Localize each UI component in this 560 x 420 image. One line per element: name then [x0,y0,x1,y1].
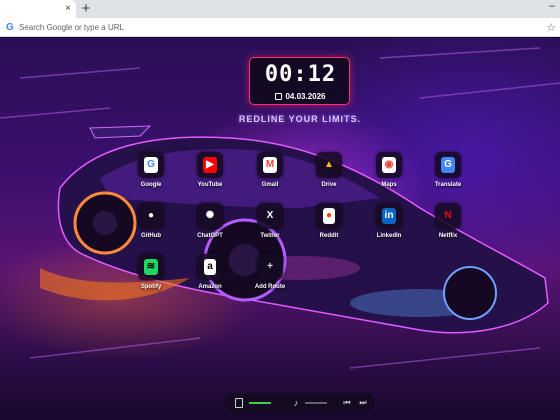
shortcut-maps[interactable]: ◉ Maps [364,152,414,200]
reddit-icon: ● [316,203,342,229]
shortcut-label: Amazon [198,284,222,290]
shortcut-twitter[interactable]: X Twitter [245,203,295,251]
youtube-icon: ▶ [197,152,223,178]
browser-toolbar: G Search Google or type a URL [0,18,560,37]
translate-icon-glyph: G [441,157,455,173]
previous-track-icon[interactable]: ⏮ [342,397,352,409]
linkedin-icon: in [376,203,402,229]
shortcut-reddit[interactable]: ● Reddit [304,203,354,251]
maps-icon-glyph: ◉ [381,157,397,173]
shortcut-label: Add Route [254,284,286,290]
shortcut-label: Gmail [261,182,279,188]
shortcut-label: GitHub [141,233,161,239]
volume-slider[interactable] [305,402,327,404]
x-icon-glyph: X [266,210,274,221]
shortcut-label: Translate [434,182,462,188]
minimize-window-button[interactable]: – [546,0,558,14]
tab-new-tab[interactable]: × [0,0,76,18]
shortcut-netflix[interactable]: N Netflix [423,203,473,251]
x-icon: X [257,203,283,229]
netflix-icon-glyph: N [444,210,452,221]
clock-time: 00:12 [264,62,337,87]
address-bar[interactable]: G Search Google or type a URL [4,20,542,35]
shortcut-label: Reddit [319,233,339,239]
youtube-icon-glyph: ▶ [203,157,217,173]
chatgpt-icon: ✺ [197,203,223,229]
drive-icon-glyph: ▲ [324,159,334,170]
plus-icon: + [257,254,283,280]
shortcut-label: Drive [321,182,337,188]
progress-bar[interactable] [249,402,271,404]
amazon-icon-glyph: a [204,259,216,275]
reddit-icon-glyph: ● [322,208,336,224]
chatgpt-icon-glyph: ✺ [205,210,215,221]
shortcut-github[interactable]: ● GitHub [126,203,176,251]
bookmark-star-icon[interactable]: ☆ [544,19,558,37]
maps-icon: ◉ [376,152,402,178]
shortcut-label: Netflix [438,233,458,239]
github-icon-glyph: ● [147,210,155,221]
clock-date: 04.03.2026 [285,92,326,101]
volume-icon[interactable]: ♪ [291,397,301,409]
shortcut-label: Maps [381,182,397,188]
shortcut-linkedin[interactable]: in LinkedIn [364,203,414,251]
shortcut-chatgpt[interactable]: ✺ ChatGPT [185,203,235,251]
shortcut-add-route[interactable]: + Add Route [245,254,295,302]
shortcut-label: Spotify [140,284,162,290]
plus-icon-glyph: + [267,261,273,272]
google-icon: G [138,152,164,178]
translate-icon: G [435,152,461,178]
google-search-icon: G [6,22,14,33]
github-icon: ● [138,203,164,229]
spotify-icon: ≋ [138,254,164,280]
gmail-icon-glyph: M [262,157,278,173]
next-track-icon[interactable]: ⏭ [358,397,368,409]
shortcut-spotify[interactable]: ≋ Spotify [126,254,176,302]
new-tab-button[interactable]: + [78,0,94,18]
calendar-icon [275,93,283,100]
tagline: REDLINE YOUR LIMITS. [238,114,362,124]
google-icon-glyph: G [144,157,158,173]
address-bar-placeholder[interactable]: Search Google or type a URL [19,20,124,35]
tab-close-icon[interactable]: × [62,2,74,16]
shortcut-label: LinkedIn [376,233,402,239]
shortcut-google[interactable]: G Google [126,152,176,200]
spotify-icon-glyph: ≋ [143,259,159,275]
shortcut-label: YouTube [197,182,223,188]
clock-date-row: 04.03.2026 [250,91,351,102]
shortcut-drive[interactable]: ▲ Drive [304,152,354,200]
gmail-icon: M [257,152,283,178]
shortcut-label: Twitter [260,233,280,239]
netflix-icon: N [435,203,461,229]
linkedin-icon-glyph: in [381,208,397,224]
drive-icon: ▲ [316,152,342,178]
shortcut-label: ChatGPT [197,233,223,239]
shortcut-translate[interactable]: G Translate [423,152,473,200]
clock-widget: 00:12 04.03.2026 [249,57,350,105]
document-icon[interactable] [235,398,243,408]
shortcut-youtube[interactable]: ▶ YouTube [185,152,235,200]
shortcut-label: Google [140,182,162,188]
shortcut-gmail[interactable]: M Gmail [245,152,295,200]
shortcut-amazon[interactable]: a Amazon [185,254,235,302]
tab-strip: × + – [0,0,560,18]
amazon-icon: a [197,254,223,280]
media-control-bar: ♪ ⏮ ⏭ [225,393,374,413]
